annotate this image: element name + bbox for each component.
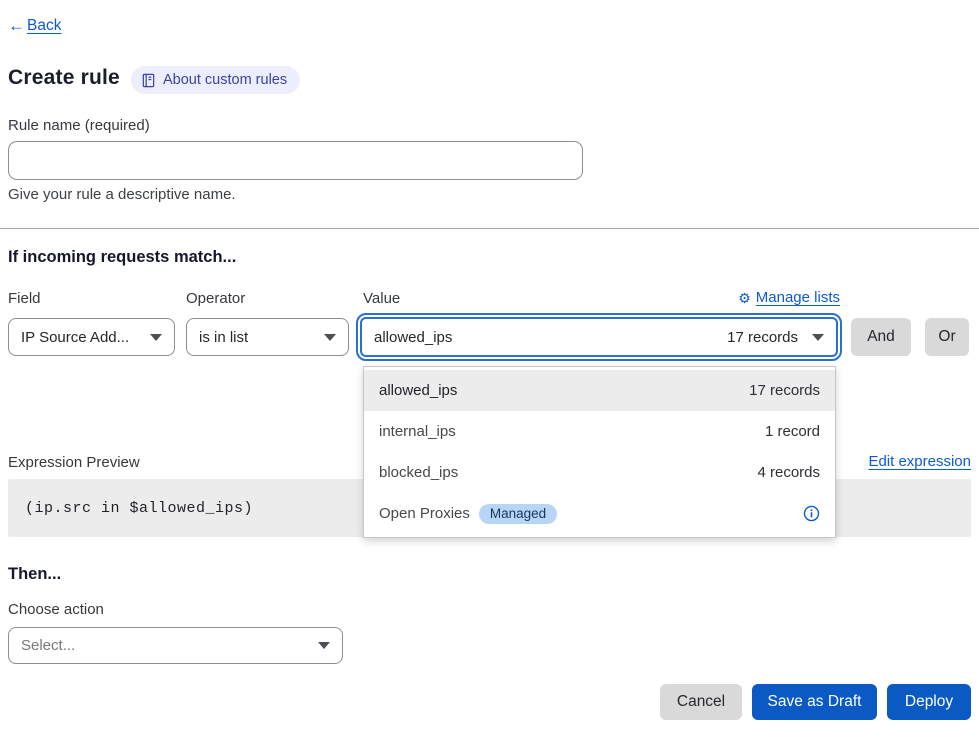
list-option-name: internal_ips — [379, 423, 765, 440]
field-select-value: IP Source Add... — [21, 329, 150, 346]
back-arrow-icon: ← — [8, 16, 25, 36]
list-option-record-count: 4 records — [757, 464, 820, 481]
list-option-record-count: 17 records — [749, 382, 820, 399]
match-section-title: If incoming requests match... — [8, 248, 236, 267]
field-column-label: Field — [8, 290, 41, 307]
operator-column-label: Operator — [186, 290, 245, 307]
book-icon — [141, 73, 156, 88]
list-option-open-proxies[interactable]: Open Proxies Managed — [364, 493, 835, 534]
value-select-inner: allowed_ips 17 records — [360, 317, 838, 357]
edit-expression-link[interactable]: Edit expression — [868, 453, 971, 470]
chevron-down-icon — [150, 334, 162, 341]
info-icon[interactable] — [803, 505, 820, 522]
rule-name-label: Rule name (required) — [8, 117, 150, 134]
expression-code: (ip.src in $allowed_ips) — [25, 500, 253, 517]
expression-preview-label: Expression Preview — [8, 454, 140, 471]
value-select-value: allowed_ips — [374, 329, 717, 346]
rule-name-input[interactable] — [8, 141, 583, 180]
chevron-down-icon — [324, 334, 336, 341]
list-dropdown-panel: allowed_ips 17 records internal_ips 1 re… — [363, 366, 836, 538]
page-title: Create rule — [8, 66, 120, 90]
choose-action-label: Choose action — [8, 601, 104, 618]
field-select[interactable]: IP Source Add... — [8, 318, 175, 356]
rule-name-help-text: Give your rule a descriptive name. — [8, 186, 236, 203]
then-section-title: Then... — [8, 565, 61, 584]
manage-lists-label: Manage lists — [756, 289, 840, 306]
back-link[interactable]: ← Back — [8, 16, 61, 36]
deploy-button[interactable]: Deploy — [887, 684, 971, 720]
list-option-name: blocked_ips — [379, 464, 757, 481]
section-divider — [0, 228, 979, 229]
list-option-record-count: 1 record — [765, 423, 820, 440]
gear-icon: ⚙ — [738, 291, 751, 305]
list-option-allowed-ips[interactable]: allowed_ips 17 records — [364, 370, 835, 411]
action-select-placeholder: Select... — [21, 637, 318, 654]
back-link-label: Back — [27, 17, 61, 35]
create-rule-page: ← Back Create rule About custom rules Ru… — [0, 0, 979, 739]
list-option-name: Open Proxies — [379, 505, 470, 522]
value-column-label: Value — [363, 290, 400, 307]
list-option-internal-ips[interactable]: internal_ips 1 record — [364, 411, 835, 452]
about-custom-rules-link[interactable]: About custom rules — [131, 66, 300, 94]
operator-select-value: is in list — [199, 329, 324, 346]
list-option-blocked-ips[interactable]: blocked_ips 4 records — [364, 452, 835, 493]
manage-lists-link[interactable]: ⚙ Manage lists — [738, 289, 840, 306]
or-button[interactable]: Or — [925, 318, 969, 356]
about-custom-rules-label: About custom rules — [163, 72, 287, 88]
value-select-record-count: 17 records — [727, 329, 798, 346]
and-button[interactable]: And — [851, 318, 911, 356]
list-option-name: allowed_ips — [379, 382, 749, 399]
action-select[interactable]: Select... — [8, 627, 343, 664]
managed-badge: Managed — [479, 504, 557, 524]
chevron-down-icon — [812, 334, 824, 341]
cancel-button[interactable]: Cancel — [660, 684, 742, 720]
value-select[interactable]: allowed_ips 17 records — [356, 313, 842, 361]
save-as-draft-button[interactable]: Save as Draft — [752, 684, 877, 720]
chevron-down-icon — [318, 642, 330, 649]
operator-select[interactable]: is in list — [186, 318, 349, 356]
